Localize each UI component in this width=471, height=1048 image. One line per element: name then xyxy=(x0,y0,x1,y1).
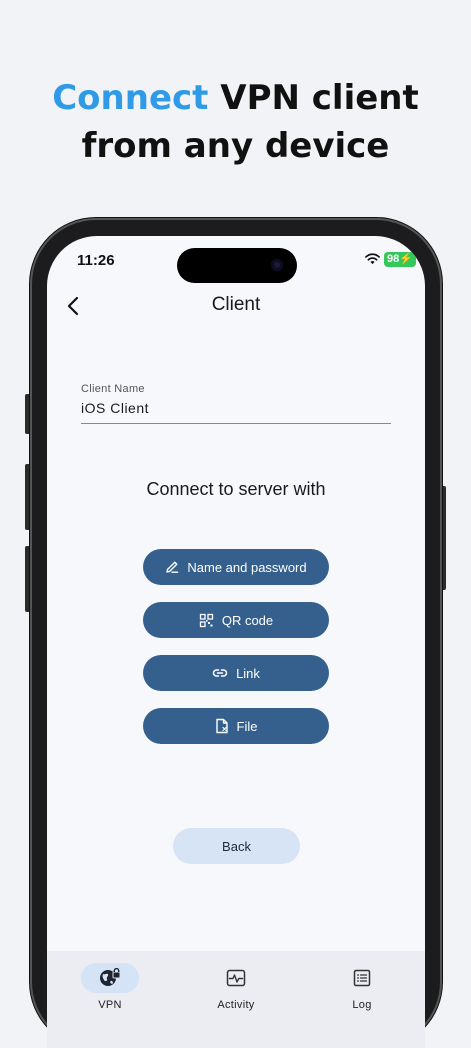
connect-heading: Connect to server with xyxy=(146,479,326,499)
phone-frame: 11:26 98⚡ Client Client Name iOS Client … xyxy=(30,218,442,1048)
headline-line-2: from any device xyxy=(81,126,390,166)
tab-activity[interactable]: Activity xyxy=(186,963,286,1011)
phone-screen: 11:26 98⚡ Client Client Name iOS Client … xyxy=(47,236,425,1048)
status-time: 11:26 xyxy=(77,252,115,269)
charging-icon: ⚡ xyxy=(399,253,413,265)
tab-log-label: Log xyxy=(352,999,372,1011)
headline: Connect VPN client from any device xyxy=(0,74,471,170)
list-icon xyxy=(353,969,371,987)
client-name-label: Client Name xyxy=(81,383,145,395)
client-name-input[interactable]: iOS Client xyxy=(81,400,391,424)
file-label: File xyxy=(236,718,258,734)
tab-vpn-indicator xyxy=(81,963,139,993)
headline-rest: VPN client xyxy=(220,78,419,118)
qr-code-label: QR code xyxy=(221,612,274,628)
dynamic-island xyxy=(177,248,297,283)
camera-icon xyxy=(271,259,283,271)
link-label: Link xyxy=(236,665,260,681)
page-title: Client xyxy=(211,294,261,315)
qr-code-button[interactable]: QR code xyxy=(143,602,329,638)
back-button[interactable]: Back xyxy=(173,828,300,864)
bottom-tab-bar: VPN Activity Log xyxy=(47,951,425,1048)
name-and-password-label: Name and password xyxy=(187,559,307,575)
battery-level: 98 xyxy=(387,253,400,265)
tab-activity-indicator xyxy=(207,963,265,993)
headline-accent: Connect xyxy=(52,78,209,118)
pencil-icon xyxy=(166,561,179,573)
link-button[interactable]: Link xyxy=(143,655,329,691)
client-name-field[interactable]: Client Name iOS Client xyxy=(81,383,391,424)
tab-vpn[interactable]: VPN xyxy=(60,963,160,1011)
file-icon xyxy=(215,718,228,734)
tab-activity-label: Activity xyxy=(217,999,255,1011)
tab-log-indicator xyxy=(333,963,391,993)
activity-icon xyxy=(226,969,246,987)
tab-log[interactable]: Log xyxy=(312,963,412,1011)
name-and-password-button[interactable]: Name and password xyxy=(143,549,329,585)
battery-indicator: 98⚡ xyxy=(384,252,416,267)
tab-vpn-label: VPN xyxy=(98,999,122,1011)
file-button[interactable]: File xyxy=(143,708,329,744)
back-button-label: Back xyxy=(222,838,251,854)
headline-line-1: Connect VPN client xyxy=(0,74,471,122)
link-icon xyxy=(212,669,228,677)
wifi-icon xyxy=(365,253,380,265)
qr-code-icon xyxy=(199,613,213,627)
globe-lock-icon xyxy=(100,968,121,986)
